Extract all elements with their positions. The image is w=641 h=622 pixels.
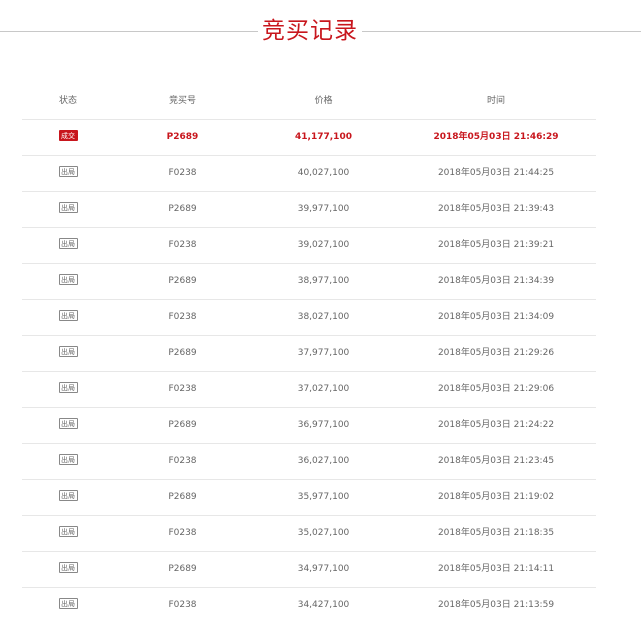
header-time: 时间 xyxy=(486,96,505,106)
price-cell: 35,027,100 xyxy=(297,528,350,538)
table-row: 出局 P2689 36,977,100 2018年05月03日 21:24:22 xyxy=(22,408,596,444)
status-cell: 出局 xyxy=(22,156,114,191)
status-cell: 出局 xyxy=(22,480,114,515)
table-row: 出局 F0238 34,427,100 2018年05月03日 21:13:59 xyxy=(22,588,596,622)
time-cell: 2018年05月03日 21:39:43 xyxy=(437,204,555,214)
header-price: 价格 xyxy=(314,96,333,106)
status-cell: 出局 xyxy=(22,588,114,622)
price-cell: 34,977,100 xyxy=(297,564,350,574)
price-cell: 37,977,100 xyxy=(297,348,350,358)
price-cell: 40,027,100 xyxy=(297,168,350,178)
bidder-number-cell: P2689 xyxy=(168,564,197,574)
table-row: 出局 P2689 38,977,100 2018年05月03日 21:34:39 xyxy=(22,264,596,300)
time-cell: 2018年05月03日 21:23:45 xyxy=(437,456,555,466)
table-header-row: 状态 竞买号 价格 时间 xyxy=(22,84,596,120)
status-cell: 出局 xyxy=(22,372,114,407)
status-badge-outbid: 出局 xyxy=(58,346,78,357)
price-cell: 38,977,100 xyxy=(297,276,350,286)
time-cell: 2018年05月03日 21:44:25 xyxy=(437,168,555,178)
table-row: 成交 P2689 41,177,100 2018年05月03日 21:46:29 xyxy=(22,120,596,156)
time-cell: 2018年05月03日 21:39:21 xyxy=(437,240,555,250)
bidder-number-cell: F0238 xyxy=(168,240,197,250)
bidder-number-cell: P2689 xyxy=(168,492,197,502)
bidder-number-cell: F0238 xyxy=(168,168,197,178)
status-badge-outbid: 出局 xyxy=(58,238,78,249)
bidder-number-cell: P2689 xyxy=(168,420,197,430)
status-badge-outbid: 出局 xyxy=(58,418,78,429)
price-cell: 36,977,100 xyxy=(297,420,350,430)
status-cell: 出局 xyxy=(22,300,114,335)
bidder-number-cell: F0238 xyxy=(168,312,197,322)
table-row: 出局 P2689 34,977,100 2018年05月03日 21:14:11 xyxy=(22,552,596,588)
price-cell: 39,977,100 xyxy=(297,204,350,214)
status-cell: 出局 xyxy=(22,336,114,371)
bidder-number-cell: P2689 xyxy=(168,348,197,358)
bidder-number-cell: P2689 xyxy=(166,132,199,142)
section-title-bar: 竞买记录 xyxy=(0,15,641,49)
bidder-number-cell: F0238 xyxy=(168,600,197,610)
table-row: 出局 F0238 38,027,100 2018年05月03日 21:34:09 xyxy=(22,300,596,336)
price-cell: 41,177,100 xyxy=(295,132,352,142)
price-cell: 38,027,100 xyxy=(297,312,350,322)
table-row: 出局 F0238 39,027,100 2018年05月03日 21:39:21 xyxy=(22,228,596,264)
title-divider-right xyxy=(362,31,641,32)
time-cell: 2018年05月03日 21:29:26 xyxy=(437,348,555,358)
price-cell: 36,027,100 xyxy=(297,456,350,466)
table-row: 出局 P2689 37,977,100 2018年05月03日 21:29:26 xyxy=(22,336,596,372)
price-cell: 39,027,100 xyxy=(297,240,350,250)
table-row: 出局 F0238 37,027,100 2018年05月03日 21:29:06 xyxy=(22,372,596,408)
status-badge-outbid: 出局 xyxy=(58,598,78,609)
bid-records-table: 状态 竞买号 价格 时间 成交 P2689 41,177,100 2018年05月03… xyxy=(22,84,596,622)
time-cell: 2018年05月03日 21:19:02 xyxy=(437,492,555,502)
time-cell: 2018年05月03日 21:14:11 xyxy=(437,564,555,574)
status-badge-outbid: 出局 xyxy=(58,166,78,177)
price-cell: 35,977,100 xyxy=(297,492,350,502)
title-divider-left xyxy=(0,31,258,32)
table-row: 出局 P2689 39,977,100 2018年05月03日 21:39:43 xyxy=(22,192,596,228)
time-cell: 2018年05月03日 21:29:06 xyxy=(437,384,555,394)
status-badge-outbid: 出局 xyxy=(58,526,78,537)
status-cell: 出局 xyxy=(22,192,114,227)
status-badge-outbid: 出局 xyxy=(58,382,78,393)
status-cell: 成交 xyxy=(22,120,114,155)
bidder-number-cell: F0238 xyxy=(168,384,197,394)
status-cell: 出局 xyxy=(22,444,114,479)
status-cell: 出局 xyxy=(22,552,114,587)
status-badge-outbid: 出局 xyxy=(58,274,78,285)
bidder-number-cell: F0238 xyxy=(168,456,197,466)
bidder-number-cell: P2689 xyxy=(168,204,197,214)
price-cell: 37,027,100 xyxy=(297,384,350,394)
status-badge-outbid: 出局 xyxy=(58,490,78,501)
time-cell: 2018年05月03日 21:46:29 xyxy=(433,132,559,142)
table-row: 出局 F0238 35,027,100 2018年05月03日 21:18:35 xyxy=(22,516,596,552)
time-cell: 2018年05月03日 21:34:39 xyxy=(437,276,555,286)
status-badge-outbid: 出局 xyxy=(58,562,78,573)
bidder-number-cell: P2689 xyxy=(168,276,197,286)
bid-records-page: 竞买记录 状态 竞买号 价格 时间 成交 P2689 41,177,100 2018年… xyxy=(0,0,641,622)
bidder-number-cell: F0238 xyxy=(168,528,197,538)
table-row: 出局 F0238 40,027,100 2018年05月03日 21:44:25 xyxy=(22,156,596,192)
status-cell: 出局 xyxy=(22,228,114,263)
table-row: 出局 F0238 36,027,100 2018年05月03日 21:23:45 xyxy=(22,444,596,480)
table-row: 出局 P2689 35,977,100 2018年05月03日 21:19:02 xyxy=(22,480,596,516)
header-bidder-number: 竞买号 xyxy=(168,96,196,106)
page-title: 竞买记录 xyxy=(262,18,358,44)
status-cell: 出局 xyxy=(22,408,114,443)
time-cell: 2018年05月03日 21:13:59 xyxy=(437,600,555,610)
status-badge-outbid: 出局 xyxy=(58,202,78,213)
status-badge-outbid: 出局 xyxy=(58,310,78,321)
status-cell: 出局 xyxy=(22,516,114,551)
price-cell: 34,427,100 xyxy=(297,600,350,610)
status-badge-outbid: 出局 xyxy=(58,454,78,465)
time-cell: 2018年05月03日 21:34:09 xyxy=(437,312,555,322)
status-badge-deal: 成交 xyxy=(58,130,78,141)
table-body: 成交 P2689 41,177,100 2018年05月03日 21:46:29 出局 F… xyxy=(22,120,596,622)
header-status: 状态 xyxy=(58,96,77,106)
status-cell: 出局 xyxy=(22,264,114,299)
time-cell: 2018年05月03日 21:18:35 xyxy=(437,528,555,538)
time-cell: 2018年05月03日 21:24:22 xyxy=(437,420,555,430)
